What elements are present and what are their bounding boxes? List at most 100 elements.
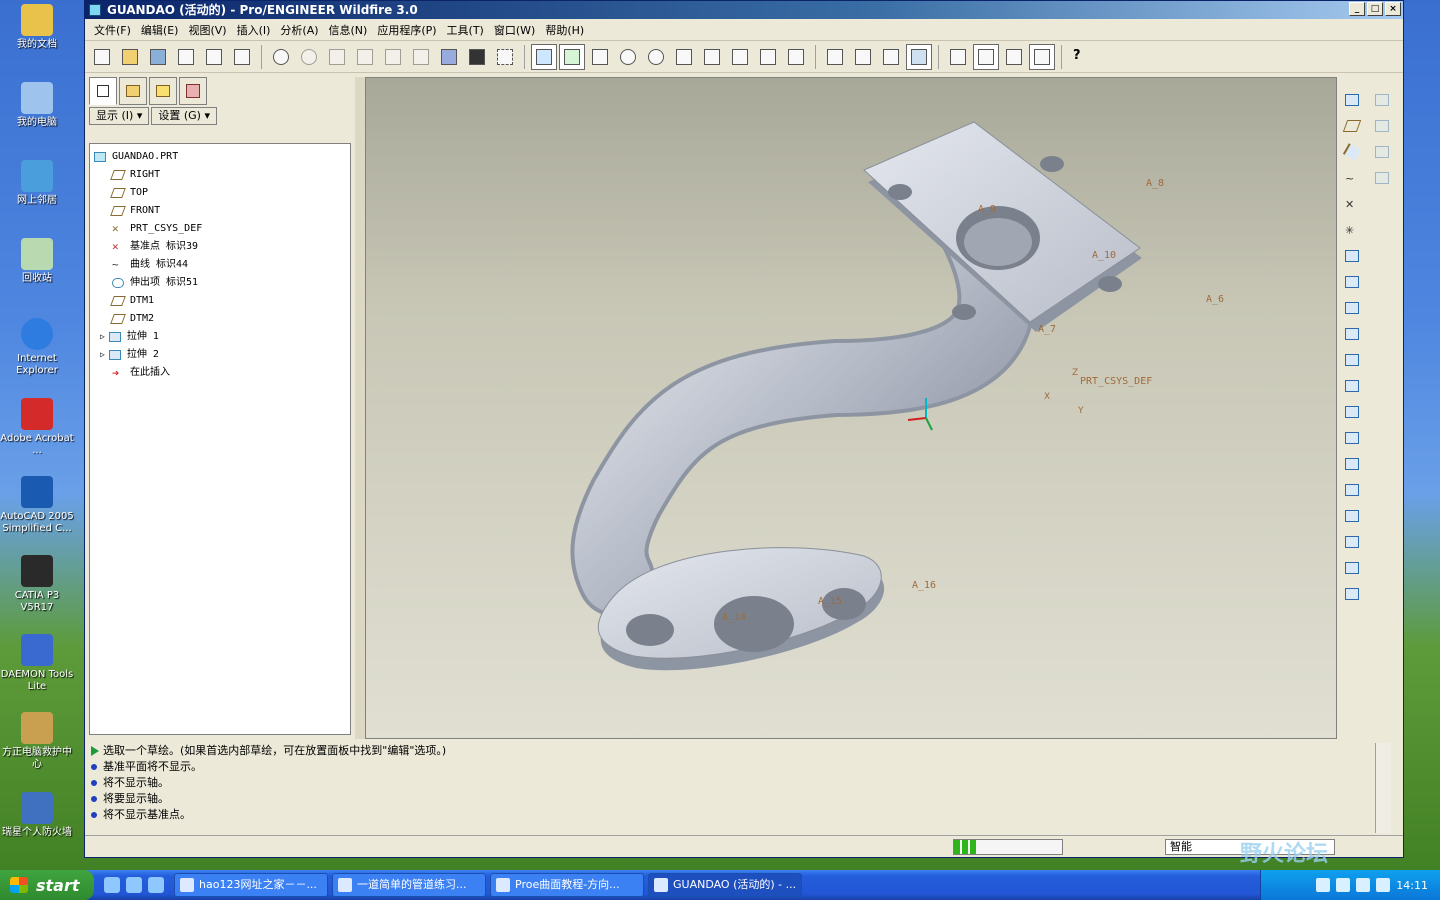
tree-item-insert-here[interactable]: ➔ 在此插入 [90, 364, 350, 382]
connections-tab[interactable] [179, 77, 207, 105]
start-button[interactable]: start [0, 870, 94, 900]
tree-item-datum-point[interactable]: ✕ 基准点 标识39 [90, 238, 350, 256]
help-icon[interactable] [1336, 878, 1351, 892]
draft-tool-icon[interactable] [1341, 505, 1363, 527]
datum-point-tool-icon[interactable]: ✕ [1341, 193, 1363, 215]
task-hao123[interactable]: hao123网址之家－－... [174, 873, 328, 897]
datum-axes-toggle-icon[interactable] [973, 43, 999, 70]
show-dropdown[interactable]: 显示 (I) ▾ [89, 107, 150, 125]
cut-icon[interactable] [324, 44, 350, 70]
hole-tool-icon[interactable] [1341, 427, 1363, 449]
print-icon[interactable] [173, 44, 199, 70]
tree-item-extrude1[interactable]: ▷ 拉伸 1 [90, 328, 350, 346]
style-tool-icon[interactable] [1341, 89, 1363, 111]
context-help-icon[interactable]: ? [1068, 44, 1094, 70]
desktop-icon-catia[interactable]: CATIA P3 V5R17 [0, 555, 74, 614]
orient-mode-icon[interactable] [587, 44, 613, 70]
no-hidden-icon[interactable] [878, 44, 904, 70]
undo-icon[interactable] [268, 44, 294, 70]
tree-item-dtm2[interactable]: DTM2 [90, 310, 350, 328]
rib-tool-icon[interactable] [1341, 479, 1363, 501]
copy-geom-tool-icon[interactable] [1371, 89, 1393, 111]
shading-icon[interactable] [906, 43, 932, 70]
keyboard-icon[interactable] [1316, 878, 1331, 892]
merge-tool-icon[interactable] [1371, 115, 1393, 137]
desktop-icon-firewall[interactable]: 瑞星个人防火墙 [0, 792, 74, 839]
trim-tool-icon[interactable] [1371, 141, 1393, 163]
datum-planes-toggle-icon[interactable] [945, 44, 971, 70]
find-icon[interactable] [464, 44, 490, 70]
axis-label-a6[interactable]: A_6 [1206, 294, 1224, 305]
open-file-icon[interactable] [117, 44, 143, 70]
chamfer-tool-icon[interactable] [1341, 557, 1363, 579]
close-button[interactable]: × [1385, 2, 1401, 16]
app-quicklaunch-icon[interactable] [148, 877, 164, 893]
menu-analysis[interactable]: 分析(A) [275, 22, 323, 38]
redo-icon[interactable] [296, 44, 322, 70]
sketch-tool-icon[interactable] [1341, 271, 1363, 293]
title-bar[interactable]: GUANDAO (活动的) - Pro/ENGINEER Wildfire 3.… [85, 1, 1403, 19]
email-icon[interactable] [201, 44, 227, 70]
task-pipe-exercise[interactable]: 一道简单的管道练习... [332, 873, 486, 897]
menu-applications[interactable]: 应用程序(P) [372, 22, 441, 38]
shell-tool-icon[interactable] [1341, 453, 1363, 475]
model-viewport[interactable]: A_9 A_8 A_10 A_7 A_6 A_14 A_15 A_16 PRT_… [365, 77, 1337, 739]
model-tree-tab[interactable] [89, 77, 117, 105]
clock[interactable]: 14:11 [1396, 879, 1428, 892]
spin-center-icon[interactable] [559, 43, 585, 70]
desktop-icon-autocad[interactable]: AutoCAD 2005 Simplified C... [0, 476, 74, 535]
refit-icon[interactable] [671, 44, 697, 70]
axis-label-a10[interactable]: A_10 [1092, 250, 1116, 261]
tree-item-right[interactable]: RIGHT [90, 166, 350, 184]
menu-tools[interactable]: 工具(T) [442, 22, 489, 38]
browser-quicklaunch-icon[interactable] [126, 877, 142, 893]
hidden-line-icon[interactable] [850, 44, 876, 70]
favorites-tab[interactable] [149, 77, 177, 105]
desktop-icon-ie[interactable]: Internet Explorer [0, 318, 74, 377]
volume-icon[interactable] [1356, 878, 1371, 892]
menu-view[interactable]: 视图(V) [183, 22, 231, 38]
task-guandao[interactable]: GUANDAO (活动的) - ... [648, 873, 802, 897]
select-box-icon[interactable] [492, 44, 518, 70]
zoom-out-icon[interactable] [643, 44, 669, 70]
axis-label-a9[interactable]: A_9 [978, 204, 996, 215]
menu-info[interactable]: 信息(N) [324, 22, 373, 38]
tree-item-protrusion[interactable]: 伸出项 标识51 [90, 274, 350, 292]
datum-axis-tool-icon[interactable] [1341, 141, 1363, 163]
copy-icon[interactable] [352, 44, 378, 70]
csys-label[interactable]: PRT_CSYS_DEF [1080, 376, 1152, 387]
layers-icon[interactable] [755, 44, 781, 70]
message-scrollbar[interactable] [1375, 743, 1391, 833]
axis-label-a16[interactable]: A_16 [912, 580, 936, 591]
csys-tool-icon[interactable]: ✳ [1341, 219, 1363, 241]
desktop-icon-rescue[interactable]: 方正电脑救护中心 [0, 712, 74, 771]
send-icon[interactable] [229, 44, 255, 70]
analysis-tool-icon[interactable] [1341, 245, 1363, 267]
tree-item-front[interactable]: FRONT [90, 202, 350, 220]
task-proe-tutorial[interactable]: Proe曲面教程-方向... [490, 873, 644, 897]
panel-splitter[interactable] [355, 77, 365, 739]
folder-browser-tab[interactable] [119, 77, 147, 105]
tree-item-csys[interactable]: ✕ PRT_CSYS_DEF [90, 220, 350, 238]
paste-special-icon[interactable] [408, 44, 434, 70]
save-icon[interactable] [145, 44, 171, 70]
view-manager-icon[interactable] [783, 44, 809, 70]
axis-label-a7[interactable]: A_7 [1038, 324, 1056, 335]
expand-icon[interactable]: ▷ [100, 346, 105, 364]
tree-item-dtm1[interactable]: DTM1 [90, 292, 350, 310]
menu-help[interactable]: 帮助(H) [540, 22, 589, 38]
datum-points-toggle-icon[interactable] [1001, 44, 1027, 70]
csys-toggle-icon[interactable] [1029, 43, 1055, 70]
tree-item-root[interactable]: GUANDAO.PRT [90, 148, 350, 166]
desktop-icon-recycle-bin[interactable]: 回收站 [0, 238, 74, 285]
sketch-rel-tool-icon[interactable] [1341, 297, 1363, 319]
wireframe-icon[interactable] [822, 44, 848, 70]
desktop-icon-acrobat[interactable]: Adobe Acrobat ... [0, 398, 74, 457]
menu-edit[interactable]: 编辑(E) [136, 22, 184, 38]
axis-label-a15[interactable]: A_15 [818, 596, 842, 607]
maximize-button[interactable]: □ [1367, 2, 1383, 16]
extrude-tool-icon[interactable] [1341, 323, 1363, 345]
datum-curve-tool-icon[interactable]: ~ [1341, 167, 1363, 189]
minimize-button[interactable]: _ [1349, 2, 1365, 16]
desktop-icon-my-documents[interactable]: 我的文档 [0, 4, 74, 51]
